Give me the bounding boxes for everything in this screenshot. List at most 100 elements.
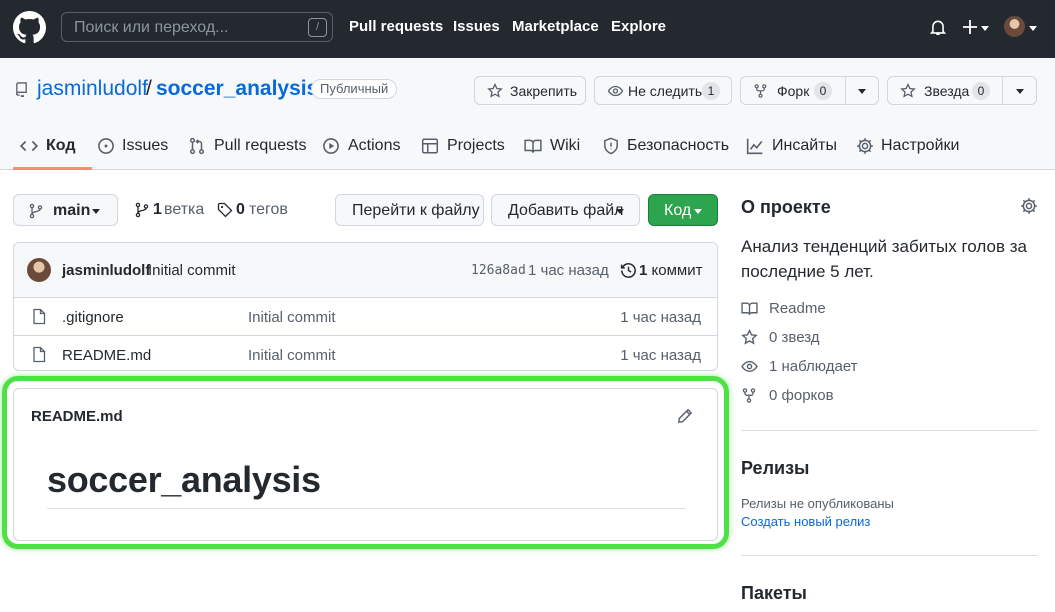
code-button-label: Код (664, 202, 692, 219)
global-header: / Pull requests Issues Marketplace Explo… (0, 0, 1055, 58)
repo-owner-link[interactable]: jasminludolf (37, 77, 148, 101)
caret-down-icon (858, 89, 866, 94)
branch-icon (135, 202, 149, 218)
star-icon (487, 83, 503, 98)
nav-issues[interactable]: Issues (453, 18, 500, 35)
graph-icon (746, 138, 763, 155)
readme-heading: soccer_analysis (47, 459, 321, 500)
sidebar-divider (741, 430, 1038, 431)
star-count: 0 (972, 82, 990, 100)
user-menu-caret-icon[interactable] (1029, 26, 1037, 31)
gear-icon[interactable] (1020, 197, 1038, 215)
code-icon (20, 140, 38, 152)
sidebar-divider (741, 555, 1038, 556)
tab-label: Projects (447, 137, 505, 154)
file-list: jasminludolf Initial commit 126a8ad 1 ча… (13, 242, 718, 371)
latest-commit-row: jasminludolf Initial commit 126a8ad 1 ча… (14, 243, 717, 298)
tab-label: Безопасность (627, 137, 730, 154)
commits-count: 1 (639, 262, 648, 279)
tab-label: Issues (122, 137, 169, 154)
add-file-button[interactable]: Добавить файл (491, 194, 640, 226)
eye-icon (741, 361, 758, 372)
user-avatar[interactable] (1004, 16, 1025, 37)
file-commit-message[interactable]: Initial commit (248, 309, 336, 326)
file-name[interactable]: .gitignore (62, 309, 124, 326)
star-icon (900, 83, 916, 98)
packages-title[interactable]: Пакеты (741, 583, 807, 604)
plus-icon[interactable] (962, 19, 978, 35)
pencil-icon[interactable] (677, 408, 693, 424)
go-to-file-button[interactable]: Перейти к файлу (335, 194, 484, 226)
branch-icon (29, 203, 43, 219)
search-box[interactable]: / (61, 12, 333, 42)
commit-author[interactable]: jasminludolf (62, 262, 150, 279)
repo-path-separator: / (146, 77, 152, 100)
stat-label: 0 форков (769, 387, 834, 404)
tab-label: Код (46, 137, 76, 154)
tags-count: 0 (236, 201, 245, 218)
commit-time: 1 час назад (528, 262, 609, 279)
branches-count: 1 (153, 201, 162, 218)
pull-request-icon (189, 137, 205, 155)
star-icon (741, 329, 758, 345)
star-button[interactable]: Звезда 0 (887, 76, 1003, 105)
readme-filename[interactable]: README.md (31, 408, 123, 425)
releases-title[interactable]: Релизы (741, 458, 809, 479)
search-shortcut-key: / (308, 18, 327, 37)
pin-button[interactable]: Закрепить (474, 76, 586, 105)
bell-icon[interactable] (929, 18, 947, 37)
file-row[interactable]: README.md Initial commit 1 час назад (14, 335, 717, 370)
repo-name-link[interactable]: soccer_analysis (156, 77, 318, 101)
about-title: О проекте (741, 197, 831, 217)
pin-button-label: Закрепить (510, 83, 578, 99)
file-row[interactable]: .gitignore Initial commit 1 час назад (14, 298, 717, 335)
active-tab-indicator (13, 167, 92, 170)
fork-button[interactable]: Форк 0 (740, 76, 846, 105)
commits-label: коммит (651, 262, 703, 279)
fork-icon (742, 388, 756, 403)
fork-button-label: Форк (777, 83, 810, 99)
readme-panel: README.md soccer_analysis (13, 388, 718, 541)
file-commit-message[interactable]: Initial commit (248, 347, 336, 364)
commit-sha[interactable]: 126a8ad (471, 263, 526, 278)
tab-label: Wiki (550, 137, 581, 154)
star-list-menu-button[interactable] (1002, 76, 1037, 105)
nav-explore[interactable]: Explore (611, 18, 666, 35)
watch-button[interactable]: Не следить 1 (594, 76, 732, 105)
branches-label: ветка (164, 201, 205, 218)
commits-link[interactable]: 1 коммит (639, 262, 702, 279)
visibility-badge: Публичный (311, 79, 398, 99)
eye-icon (607, 85, 624, 97)
tags-label: тегов (249, 201, 288, 218)
book-icon (741, 302, 758, 316)
fork-icon (754, 84, 767, 98)
history-icon (620, 263, 636, 278)
play-icon (323, 138, 339, 154)
issue-icon (98, 138, 114, 154)
github-logo-icon[interactable] (13, 11, 46, 44)
shield-icon (604, 137, 618, 155)
table-icon (421, 138, 439, 154)
nav-pull-requests[interactable]: Pull requests (349, 18, 443, 35)
add-file-label: Добавить файл (508, 202, 624, 219)
fork-menu-button[interactable] (845, 76, 879, 105)
file-icon (33, 308, 46, 325)
file-name[interactable]: README.md (62, 347, 151, 364)
commit-message[interactable]: Initial commit (148, 262, 236, 279)
code-download-button[interactable]: Код (648, 194, 718, 226)
tab-label: Инсайты (772, 137, 837, 154)
fork-count: 0 (814, 82, 832, 100)
releases-empty-text: Релизы не опубликованы (741, 496, 894, 511)
stat-label: 1 наблюдает (769, 358, 858, 375)
nav-marketplace[interactable]: Marketplace (512, 18, 599, 35)
branch-select-button[interactable]: main (13, 194, 118, 226)
file-commit-time: 1 час назад (620, 347, 701, 364)
file-icon (33, 346, 46, 363)
create-menu-caret-icon[interactable] (981, 26, 989, 31)
file-commit-time: 1 час назад (620, 309, 701, 326)
search-input[interactable] (74, 18, 304, 37)
commit-author-avatar[interactable] (27, 258, 51, 282)
book-icon (524, 139, 542, 153)
create-release-link[interactable]: Создать новый релиз (741, 514, 870, 529)
tab-label: Настройки (881, 137, 960, 154)
